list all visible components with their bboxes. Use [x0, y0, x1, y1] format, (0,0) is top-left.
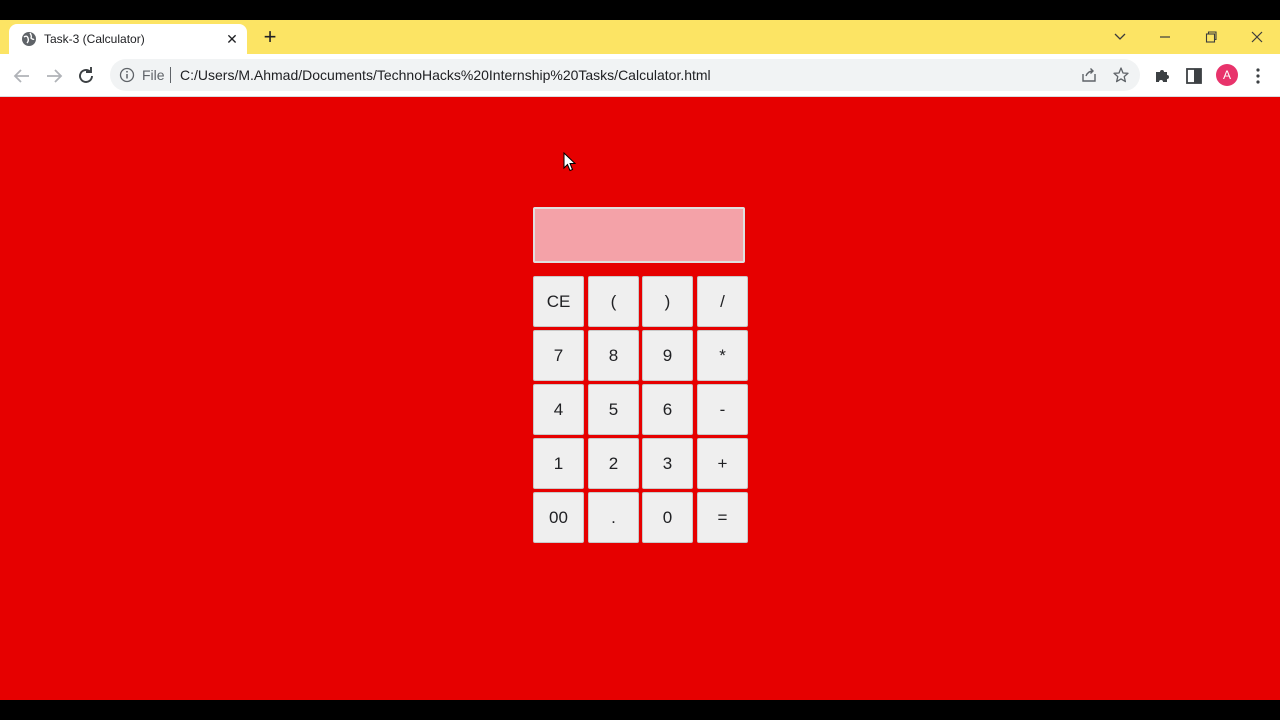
key-0[interactable]: 0 [642, 492, 693, 543]
minimize-button[interactable] [1153, 26, 1177, 48]
close-icon [1251, 31, 1263, 43]
tab-strip: Task-3 (Calculator) ✕ + [0, 20, 1280, 54]
tab-close-icon[interactable]: ✕ [223, 30, 241, 48]
key-1[interactable]: 1 [533, 438, 584, 489]
globe-icon [22, 32, 36, 46]
chevron-down-icon [1114, 33, 1126, 40]
key-9[interactable]: 9 [642, 330, 693, 381]
key-divide[interactable]: / [697, 276, 748, 327]
key-7[interactable]: 7 [533, 330, 584, 381]
restore-button[interactable] [1199, 26, 1223, 48]
key-subtract[interactable]: - [697, 384, 748, 435]
calculator-display[interactable] [533, 207, 745, 263]
key-8[interactable]: 8 [588, 330, 639, 381]
screen: Task-3 (Calculator) ✕ + File C:/Users/M.… [0, 0, 1280, 720]
url-scheme-label: File [142, 67, 165, 83]
reload-icon[interactable] [74, 64, 98, 88]
window-close-button[interactable] [1245, 26, 1269, 48]
extensions-puzzle-icon[interactable] [1152, 66, 1172, 86]
new-tab-button[interactable]: + [258, 26, 282, 50]
share-icon[interactable] [1080, 66, 1098, 84]
key-close-paren[interactable]: ) [642, 276, 693, 327]
url-separator [170, 67, 171, 83]
address-bar[interactable]: File C:/Users/M.Ahmad/Documents/TechnoHa… [110, 59, 1140, 91]
key-5[interactable]: 5 [588, 384, 639, 435]
browser-window: Task-3 (Calculator) ✕ + File C:/Users/M.… [0, 20, 1280, 700]
minimize-icon [1160, 36, 1170, 38]
kebab-menu-icon[interactable] [1248, 66, 1268, 86]
back-arrow-icon[interactable] [10, 64, 34, 88]
bookmark-star-icon[interactable] [1112, 66, 1130, 84]
tab-search-button[interactable] [1108, 26, 1132, 48]
key-decimal[interactable]: . [588, 492, 639, 543]
key-6[interactable]: 6 [642, 384, 693, 435]
side-panel-icon[interactable] [1184, 66, 1204, 86]
info-icon[interactable] [119, 67, 135, 83]
page-content: CE()/ 7 8 9 * 4 5 6- 1 2 3 +00. 0 = [0, 97, 1280, 700]
key-add[interactable]: + [697, 438, 748, 489]
url-text[interactable]: C:/Users/M.Ahmad/Documents/TechnoHacks%2… [180, 67, 711, 83]
mouse-cursor-icon [563, 152, 577, 172]
key-ce[interactable]: CE [533, 276, 584, 327]
key-3[interactable]: 3 [642, 438, 693, 489]
browser-toolbar: File C:/Users/M.Ahmad/Documents/TechnoHa… [0, 54, 1280, 97]
key-00[interactable]: 00 [533, 492, 584, 543]
tab-title: Task-3 (Calculator) [44, 32, 145, 46]
profile-avatar[interactable]: A [1216, 64, 1238, 86]
tab-calculator[interactable]: Task-3 (Calculator) ✕ [9, 24, 247, 54]
key-4[interactable]: 4 [533, 384, 584, 435]
key-open-paren[interactable]: ( [588, 276, 639, 327]
forward-arrow-icon[interactable] [42, 64, 66, 88]
restore-icon [1205, 31, 1217, 43]
key-equals[interactable]: = [697, 492, 748, 543]
key-multiply[interactable]: * [697, 330, 748, 381]
key-2[interactable]: 2 [588, 438, 639, 489]
